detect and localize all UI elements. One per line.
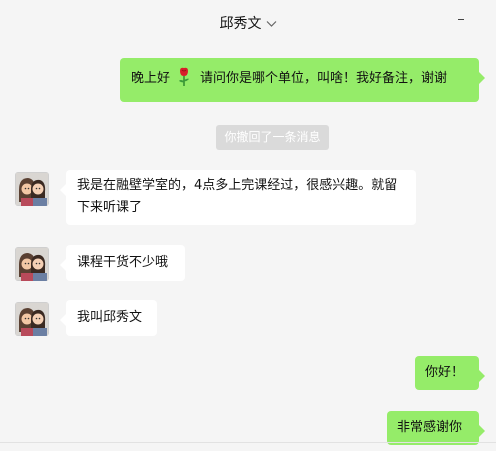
message-text: 课程干货不少哦 <box>77 255 169 270</box>
avatar[interactable] <box>15 247 49 281</box>
message-bubble-sent[interactable]: 晚上好 请问你是哪个单位，叫啥！我好备注，谢谢 <box>120 58 485 102</box>
message-bubble-received[interactable]: 课程干货不少哦 <box>60 245 185 281</box>
contact-name-dropdown[interactable]: 邱秀文 <box>220 16 277 32</box>
message-text: 晚上好 <box>131 71 171 86</box>
message-text: 你好！ <box>425 365 465 380</box>
rose-emoji-icon <box>179 67 190 86</box>
avatar[interactable] <box>15 302 49 336</box>
message-bubble-sent[interactable]: 非常感谢你 <box>387 411 485 445</box>
message-text: 我叫邱秀文 <box>77 310 143 325</box>
minimize-icon <box>458 19 464 20</box>
minimize-button[interactable] <box>456 12 470 26</box>
contact-name: 邱秀文 <box>219 16 262 32</box>
message-text: 我是在融壁学室的，4点多上完课经过，很感兴趣。就留下来听课了 <box>77 178 398 215</box>
chevron-down-icon <box>266 21 276 27</box>
message-text: 非常感谢你 <box>397 420 463 435</box>
input-divider <box>0 442 496 443</box>
avatar[interactable] <box>15 172 49 206</box>
title-bar: 邱秀文 <box>0 0 496 44</box>
message-bubble-received[interactable]: 我是在融壁学室的，4点多上完课经过，很感兴趣。就留下来听课了 <box>60 170 416 225</box>
message-text: 请问你是哪个单位，叫啥！我好备注，谢谢 <box>200 71 448 86</box>
chat-title: 邱秀文 <box>0 13 496 33</box>
recall-notice: 你撤回了一条消息 <box>216 125 329 150</box>
message-bubble-received[interactable]: 我叫邱秀文 <box>60 300 157 336</box>
message-bubble-sent[interactable]: 你好！ <box>415 356 485 390</box>
